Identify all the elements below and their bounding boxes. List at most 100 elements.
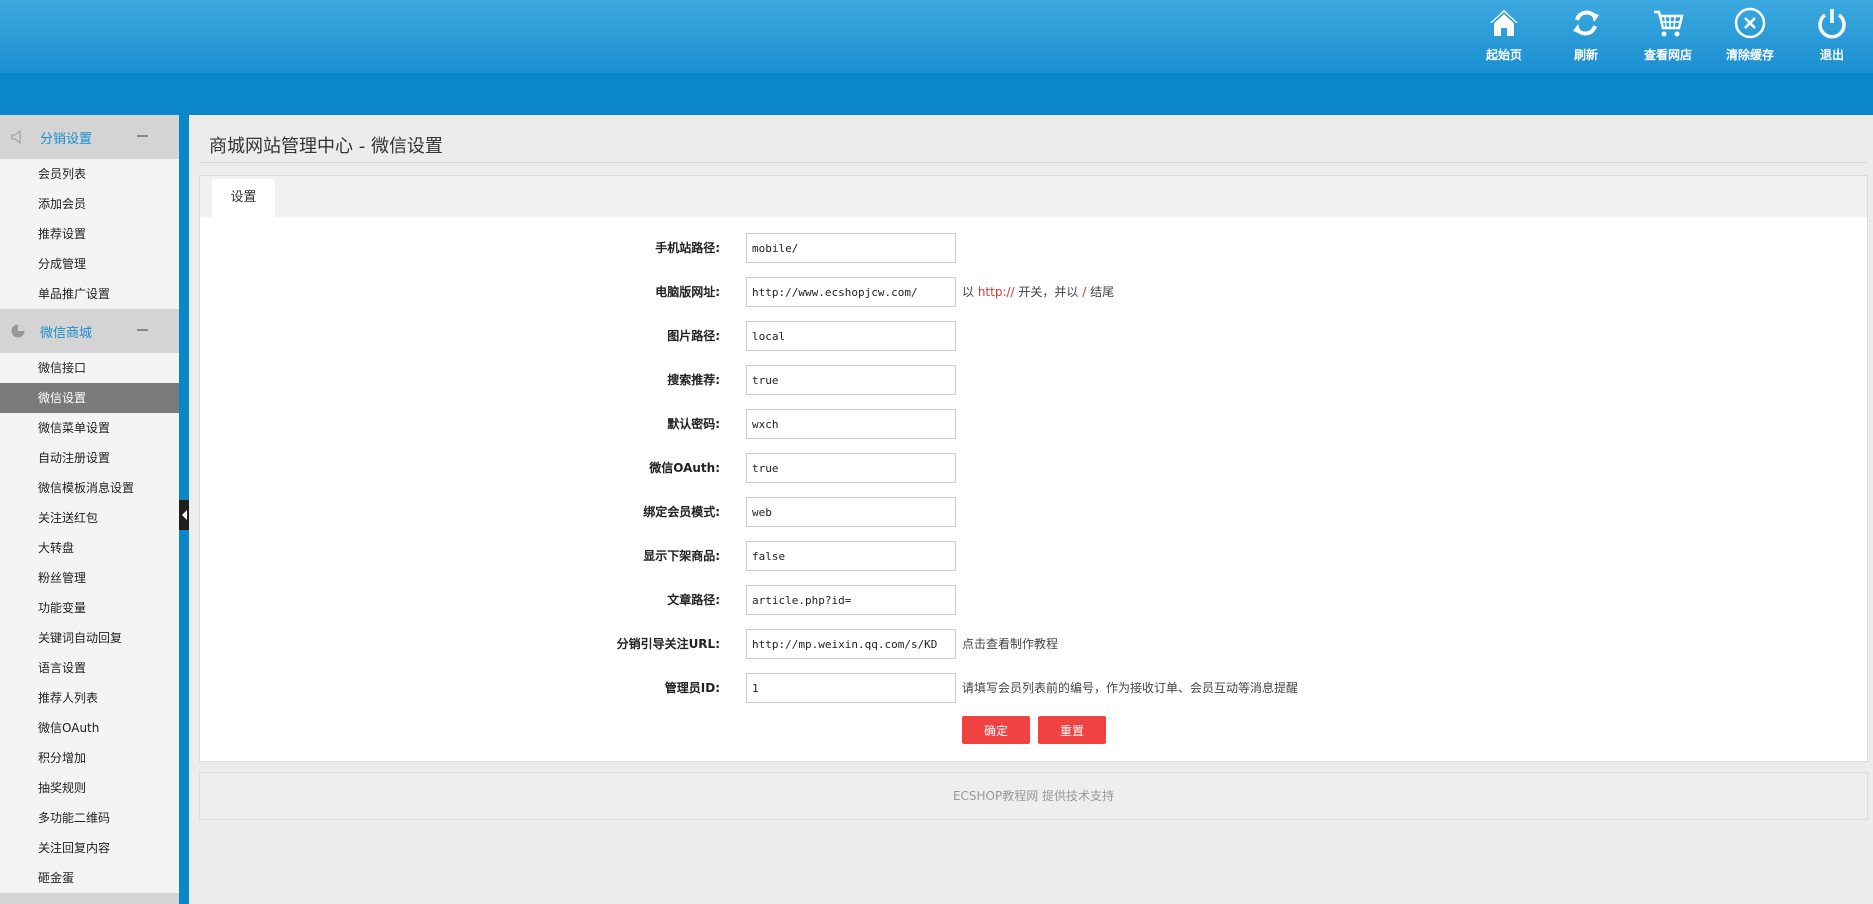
sidebar-item-oauth[interactable]: 微信OAuth	[0, 713, 179, 743]
sidebar-item-wechat-menu[interactable]: 微信菜单设置	[0, 413, 179, 443]
sidebar-item-wechat-settings[interactable]: 微信设置	[0, 383, 179, 413]
sidebar-item-referral-settings[interactable]: 推荐设置	[0, 219, 179, 249]
sidebar-item-golden-egg[interactable]: 砸金蛋	[0, 863, 179, 893]
sidebar-item-language[interactable]: 语言设置	[0, 653, 179, 683]
form-row-default-password: 默认密码:	[200, 409, 1867, 439]
speaker-icon	[11, 129, 21, 145]
form-row-article-path: 文章路径:	[200, 585, 1867, 615]
arrow-left-icon	[181, 510, 187, 520]
field-label: 电脑版网址:	[655, 285, 720, 299]
clear-cache-button[interactable]: 清除缓存	[1709, 0, 1791, 73]
sidebar-item-product-promo[interactable]: 单品推广设置	[0, 279, 179, 309]
tutorial-link[interactable]: 点击查看制作教程	[962, 629, 1058, 659]
home-icon	[1490, 10, 1518, 36]
sub-header-bar	[0, 73, 1873, 115]
sidebar-item-auto-register[interactable]: 自动注册设置	[0, 443, 179, 473]
field-label: 搜索推荐:	[667, 373, 720, 387]
mobile-path-input[interactable]	[746, 233, 956, 263]
pc-url-input[interactable]	[746, 277, 956, 307]
field-label: 文章路径:	[667, 593, 720, 607]
sidebar-group-wechat-shop[interactable]: 微信商城	[0, 309, 179, 353]
refresh-button-label: 刷新	[1573, 48, 1598, 62]
show-offsale-input[interactable]	[746, 541, 956, 571]
close-circle-icon	[1734, 7, 1766, 39]
sidebar-item-keyword-reply[interactable]: 关键词自动回复	[0, 623, 179, 653]
sidebar-item-add-member[interactable]: 添加会员	[0, 189, 179, 219]
cart-icon	[1654, 10, 1684, 37]
footer: ECSHOP教程网 提供技术支持	[199, 772, 1868, 820]
sidebar-item-fans[interactable]: 粉丝管理	[0, 563, 179, 593]
sidebar-group-title: 微信商城	[40, 325, 93, 341]
view-shop-button-label: 查看网店	[1643, 48, 1692, 62]
sidebar-item-referrer-list[interactable]: 推荐人列表	[0, 683, 179, 713]
note-text: 开关，并以	[1014, 285, 1083, 299]
home-button[interactable]: 起始页	[1463, 0, 1545, 73]
note-highlight: http://	[977, 285, 1015, 299]
sidebar-item-points[interactable]: 积分增加	[0, 743, 179, 773]
note-text: 以	[962, 285, 978, 299]
sidebar-item-lottery-rules[interactable]: 抽奖规则	[0, 773, 179, 803]
sidebar-group-next[interactable]	[0, 893, 179, 904]
note-text: 结尾	[1086, 285, 1115, 299]
sidebar-item-variables[interactable]: 功能变量	[0, 593, 179, 623]
field-label: 管理员ID:	[664, 681, 720, 695]
form-buttons: 确定 重置	[200, 716, 1867, 744]
view-shop-button[interactable]: 查看网店	[1627, 0, 1709, 73]
bind-mode-input[interactable]	[746, 497, 956, 527]
sidebar-group-title: 分销设置	[40, 131, 93, 147]
logout-button[interactable]: 退出	[1791, 0, 1873, 73]
sidebar-group-distribution[interactable]: 分销设置	[0, 115, 179, 159]
form-row-pc-url: 电脑版网址: 以 http:// 开关，并以 / 结尾	[200, 277, 1867, 307]
default-password-input[interactable]	[746, 409, 956, 439]
field-label: 绑定会员模式:	[643, 505, 720, 519]
refresh-button[interactable]: 刷新	[1545, 0, 1627, 73]
reset-button[interactable]: 重置	[1038, 716, 1106, 744]
collapse-minus-icon[interactable]	[137, 329, 148, 331]
clear-cache-button-label: 清除缓存	[1725, 48, 1774, 62]
admin-id-input[interactable]	[746, 673, 956, 703]
page-title: 商城网站管理中心 - 微信设置	[209, 136, 443, 157]
oauth-input[interactable]	[746, 453, 956, 483]
search-recommend-input[interactable]	[746, 365, 956, 395]
field-label: 默认密码:	[667, 417, 720, 431]
top-actions: 起始页 刷新 查看网店 清除缓存 退出	[1463, 0, 1873, 73]
sidebar-item-wheel[interactable]: 大转盘	[0, 533, 179, 563]
sidebar-item-template-msg[interactable]: 微信模板消息设置	[0, 473, 179, 503]
form-row-follow-url: 分销引导关注URL: 点击查看制作教程	[200, 629, 1867, 659]
logout-button-label: 退出	[1819, 48, 1844, 62]
field-note: 请填写会员列表前的编号，作为接收订单、会员互动等消息提醒	[962, 681, 1299, 695]
sidebar: 分销设置 会员列表 添加会员 推荐设置 分成管理 单品推广设置 微信商城 微信接…	[0, 115, 179, 904]
form-row-show-offsale: 显示下架商品:	[200, 541, 1867, 571]
sidebar-item-qrcode[interactable]: 多功能二维码	[0, 803, 179, 833]
sidebar-item-red-packet[interactable]: 关注送红包	[0, 503, 179, 533]
form-row-mobile-path: 手机站路径:	[200, 233, 1867, 263]
home-button-label: 起始页	[1485, 48, 1522, 62]
form-row-bind-mode: 绑定会员模式:	[200, 497, 1867, 527]
sidebar-item-follow-reply[interactable]: 关注回复内容	[0, 833, 179, 863]
collapse-minus-icon[interactable]	[137, 135, 148, 137]
form-row-oauth: 微信OAuth:	[200, 453, 1867, 483]
top-header: 起始页 刷新 查看网店 清除缓存 退出	[0, 0, 1873, 73]
sidebar-item-member-list[interactable]: 会员列表	[0, 159, 179, 189]
field-label: 图片路径:	[667, 329, 720, 343]
image-path-input[interactable]	[746, 321, 956, 351]
sidebar-collapse-handle[interactable]	[179, 500, 189, 530]
tab-bar: 设置	[200, 176, 1867, 217]
sidebar-item-commission[interactable]: 分成管理	[0, 249, 179, 279]
form-row-search-recommend: 搜索推荐:	[200, 365, 1867, 395]
field-label: 手机站路径:	[655, 241, 720, 255]
tab-settings[interactable]: 设置	[212, 179, 275, 217]
article-path-input[interactable]	[746, 585, 956, 615]
field-label: 显示下架商品:	[643, 549, 720, 563]
field-note: 以 http:// 开关，并以 / 结尾	[962, 277, 1114, 307]
form-row-image-path: 图片路径:	[200, 321, 1867, 351]
refresh-icon	[1573, 10, 1599, 36]
form-row-admin-id: 管理员ID: 请填写会员列表前的编号，作为接收订单、会员互动等消息提醒	[200, 673, 1867, 703]
follow-url-input[interactable]	[746, 629, 956, 659]
submit-button[interactable]: 确定	[962, 716, 1030, 744]
field-label: 微信OAuth:	[649, 461, 720, 475]
sidebar-item-wechat-api[interactable]: 微信接口	[0, 353, 179, 383]
pie-chart-icon	[11, 324, 25, 338]
title-divider	[199, 162, 1867, 163]
field-label: 分销引导关注URL:	[616, 637, 720, 651]
